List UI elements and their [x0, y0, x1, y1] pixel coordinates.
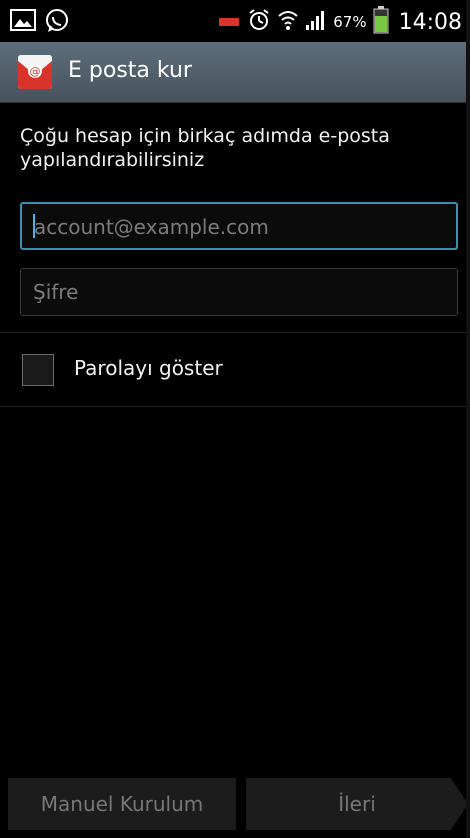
password-placeholder: Şifre [33, 280, 79, 304]
bottom-bar: Manuel Kurulum İleri [0, 770, 470, 838]
email-app-icon[interactable]: @ [18, 55, 52, 89]
divider [0, 332, 470, 333]
divider [0, 406, 470, 407]
image-icon [10, 8, 36, 38]
email-placeholder: account@example.com [34, 215, 269, 239]
intro-text: Çoğu hesap için birkaç adımda e-posta ya… [20, 125, 390, 171]
whatsapp-icon [44, 8, 70, 38]
show-password-checkbox[interactable] [22, 354, 54, 386]
battery-low-icon [219, 13, 241, 32]
svg-text:@: @ [30, 65, 41, 78]
alarm-icon [247, 8, 271, 36]
password-field[interactable]: Şifre [20, 268, 458, 316]
next-button[interactable]: İleri [246, 778, 468, 830]
page-title: E posta kur [68, 58, 192, 83]
manual-setup-button[interactable]: Manuel Kurulum [8, 778, 236, 830]
signal-icon [305, 9, 327, 35]
show-password-label[interactable]: Parolayı göster [74, 356, 223, 380]
screen-edge [466, 0, 470, 838]
title-bar: @ E posta kur [0, 42, 470, 103]
email-field[interactable]: account@example.com [20, 202, 458, 250]
battery-percent: 67% [333, 13, 367, 31]
wifi-icon [277, 8, 299, 36]
battery-icon [373, 6, 389, 38]
status-bar: 67% 14:08 [0, 0, 470, 42]
clock: 14:08 [398, 9, 462, 35]
